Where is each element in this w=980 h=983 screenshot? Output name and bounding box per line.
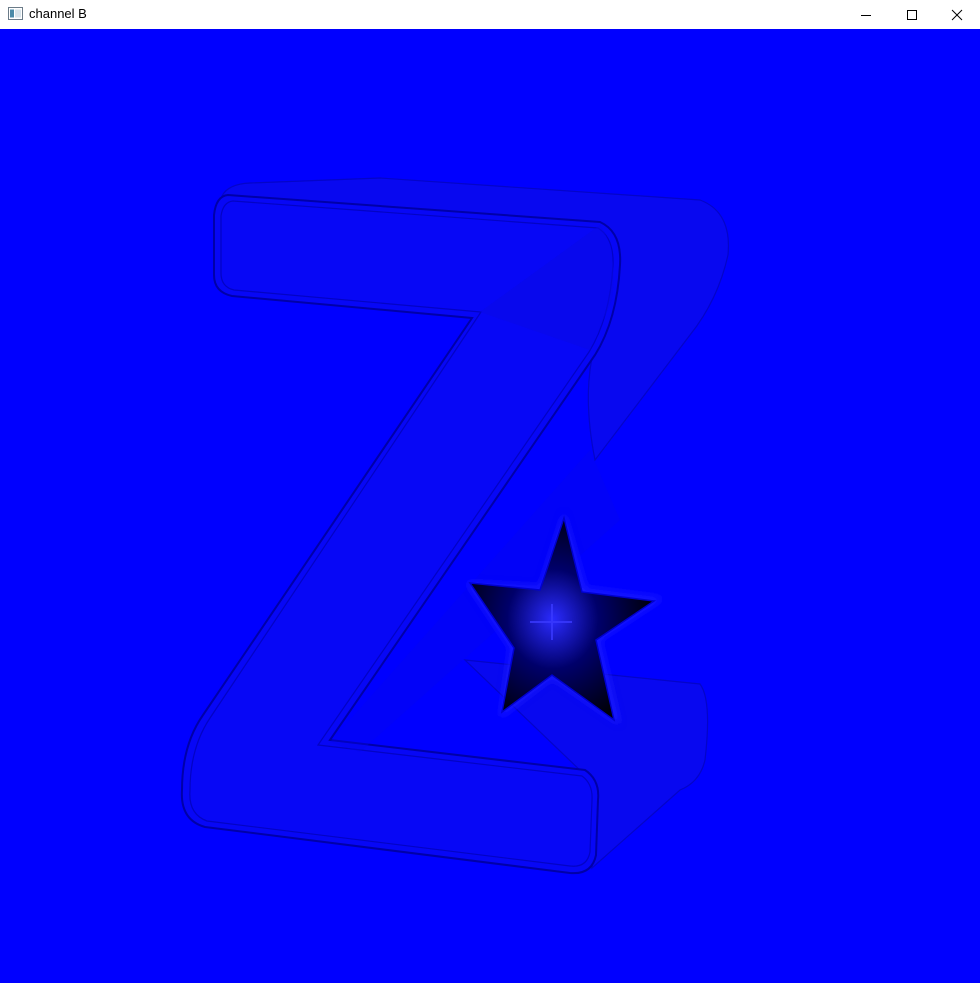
- window-title: channel B: [29, 6, 87, 21]
- minimize-button[interactable]: [843, 0, 889, 29]
- close-icon: [951, 9, 963, 20]
- maximize-button[interactable]: [889, 0, 935, 29]
- title-bar[interactable]: channel B: [0, 0, 980, 29]
- close-button[interactable]: [934, 0, 980, 29]
- app-window-icon: [8, 7, 23, 20]
- maximize-icon: [907, 9, 917, 20]
- z-letter-scene: [0, 29, 980, 983]
- render-canvas[interactable]: [0, 29, 980, 983]
- app-window: channel B: [0, 0, 980, 983]
- minimize-icon: [861, 14, 871, 16]
